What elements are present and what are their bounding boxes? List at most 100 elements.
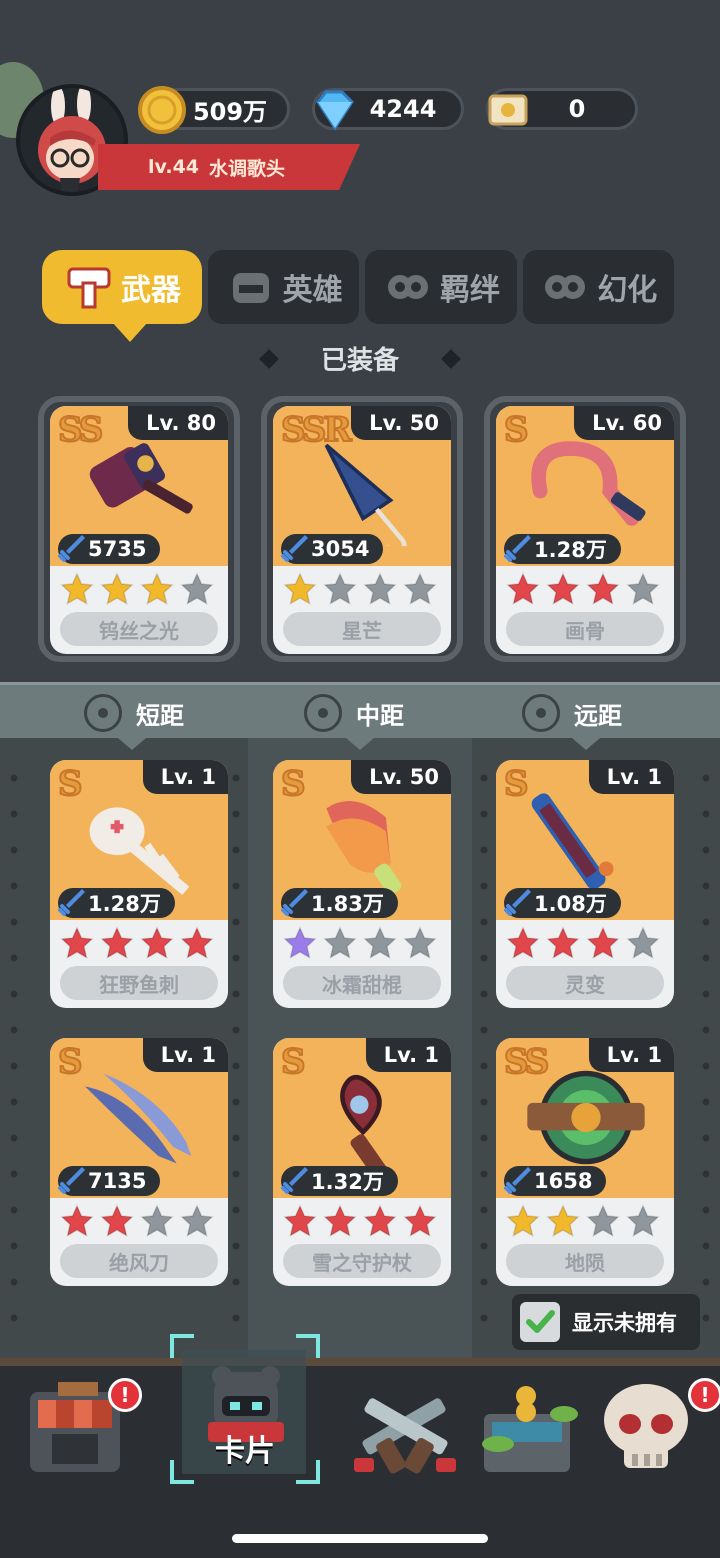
star-icon	[626, 572, 660, 610]
rivets-divider-1	[226, 760, 246, 1340]
tab-bond[interactable]: 羁绊	[365, 250, 517, 324]
star-icon	[283, 1204, 317, 1242]
card-rank: S	[280, 1041, 306, 1083]
show-unowned-label: 显示未拥有	[572, 1311, 677, 1335]
tab-weapon[interactable]: 武器	[42, 250, 202, 342]
diamond-icon	[307, 83, 361, 137]
star-rating	[283, 1204, 437, 1242]
card-power: 1.08万	[504, 888, 621, 918]
range-long[interactable]: 远距	[522, 685, 622, 741]
tab-hero[interactable]: 英雄	[208, 250, 360, 324]
card-rank: S	[503, 763, 529, 805]
card-rank: SS	[57, 409, 104, 451]
star-icon	[140, 1204, 174, 1242]
diamond-counter[interactable]: 4244	[312, 88, 464, 131]
shop-badge: !	[108, 1378, 142, 1412]
scroll-counter[interactable]: 0	[486, 88, 638, 130]
coin-counter[interactable]: 509万	[138, 86, 290, 134]
range-short-label: 短距	[136, 701, 184, 730]
star-rating	[60, 926, 214, 964]
star-icon	[180, 926, 214, 964]
hammer-weapon-icon	[89, 443, 193, 514]
range-mid-label: 中距	[356, 701, 404, 730]
bond-tab-icon	[382, 264, 434, 310]
card-rank: SSR	[280, 409, 353, 451]
card-power-value: 1.28万	[534, 538, 607, 562]
player-level: lv.44	[148, 156, 200, 178]
weapon-card[interactable]: S Lv. 50 1.83万 冰霜甜棍	[273, 760, 451, 1008]
nav-shop[interactable]: !	[22, 1378, 142, 1488]
player-level-banner: lv.44 水调歌头	[98, 144, 360, 190]
home-indicator	[232, 1534, 488, 1543]
target-short-icon	[84, 694, 122, 732]
card-power: 5735	[58, 534, 161, 564]
star-rating	[506, 572, 660, 610]
weapon-card[interactable]: S Lv. 60 1.28万 画骨	[496, 406, 674, 654]
card-name: 狂野鱼刺	[60, 966, 218, 1000]
show-unowned-toggle[interactable]: 显示未拥有	[512, 1294, 700, 1350]
weapon-card[interactable]: S Lv. 1 1.08万 灵变	[496, 760, 674, 1008]
nav-cards-label: 卡片	[215, 1434, 275, 1469]
show-unowned-checkbox[interactable]	[520, 1302, 560, 1342]
whip-weapon-icon	[531, 441, 646, 526]
check-icon	[526, 1310, 555, 1333]
fishbone-weapon-icon	[89, 807, 190, 896]
card-name: 雪之守护杖	[283, 1244, 441, 1278]
weapon-card[interactable]: SS Lv. 80 5735 钨丝之光	[50, 406, 228, 654]
weapon-card[interactable]: S Lv. 1 1.28万 狂野鱼刺	[50, 760, 228, 1008]
target-long-icon	[522, 694, 560, 732]
card-rank: S	[280, 763, 306, 805]
star-icon	[363, 572, 397, 610]
star-icon	[586, 1204, 620, 1242]
treasure-pool-icon	[482, 1386, 578, 1472]
star-icon	[60, 1204, 94, 1242]
range-long-label: 远距	[574, 701, 622, 730]
star-icon	[100, 926, 134, 964]
scroll-icon	[481, 83, 535, 137]
star-icon	[506, 572, 540, 610]
target-mid-icon	[304, 694, 342, 732]
star-icon	[506, 1204, 540, 1242]
card-power-value: 7135	[88, 1169, 147, 1193]
star-icon	[626, 926, 660, 964]
card-level: Lv. 50	[351, 760, 451, 794]
blade-weapon-icon	[531, 793, 614, 890]
card-name: 地陨	[506, 1244, 664, 1278]
weapon-card[interactable]: S Lv. 1 7135 绝风刀	[50, 1038, 228, 1286]
nav-treasure[interactable]	[478, 1378, 588, 1488]
tab-transform[interactable]: 幻化	[522, 250, 674, 324]
equipped-title: 已装备	[320, 346, 399, 376]
star-icon	[100, 572, 134, 610]
range-short[interactable]: 短距	[84, 685, 184, 741]
star-icon	[283, 926, 317, 964]
star-icon	[363, 1204, 397, 1242]
star-rating	[283, 572, 437, 610]
weapon-card[interactable]: S Lv. 1 1.32万 雪之守护杖	[273, 1038, 451, 1286]
daggers-weapon-icon	[85, 1073, 192, 1164]
card-power: 1.32万	[281, 1166, 398, 1196]
weapon-card[interactable]: SS Lv. 1 1658 地陨	[496, 1038, 674, 1286]
range-mid[interactable]: 中距	[304, 685, 404, 741]
sword-icon	[281, 889, 308, 916]
card-power: 1.83万	[281, 888, 398, 918]
card-power-value: 1658	[534, 1169, 593, 1193]
coin-icon	[135, 83, 189, 137]
weapon-card[interactable]: SSR Lv. 50 3054 星芒	[273, 406, 451, 654]
nav-skull[interactable]: !	[598, 1378, 720, 1488]
staff-weapon-icon	[340, 1074, 392, 1178]
star-icon	[363, 926, 397, 964]
card-level: Lv. 60	[574, 406, 674, 440]
card-power: 3054	[281, 534, 384, 564]
card-power-value: 3054	[311, 537, 370, 561]
boom-weapon-icon	[527, 1070, 645, 1165]
star-rating	[60, 1204, 214, 1242]
card-name: 星芒	[283, 612, 441, 646]
card-name: 绝风刀	[60, 1244, 218, 1278]
sword-icon	[58, 889, 85, 916]
weapon-tab-icon	[63, 264, 115, 310]
nav-battle[interactable]	[350, 1378, 460, 1488]
card-power: 1.28万	[58, 888, 175, 918]
card-power-value: 1.28万	[88, 892, 161, 916]
nav-cards[interactable]: 卡片	[170, 1334, 320, 1484]
star-icon	[60, 926, 94, 964]
